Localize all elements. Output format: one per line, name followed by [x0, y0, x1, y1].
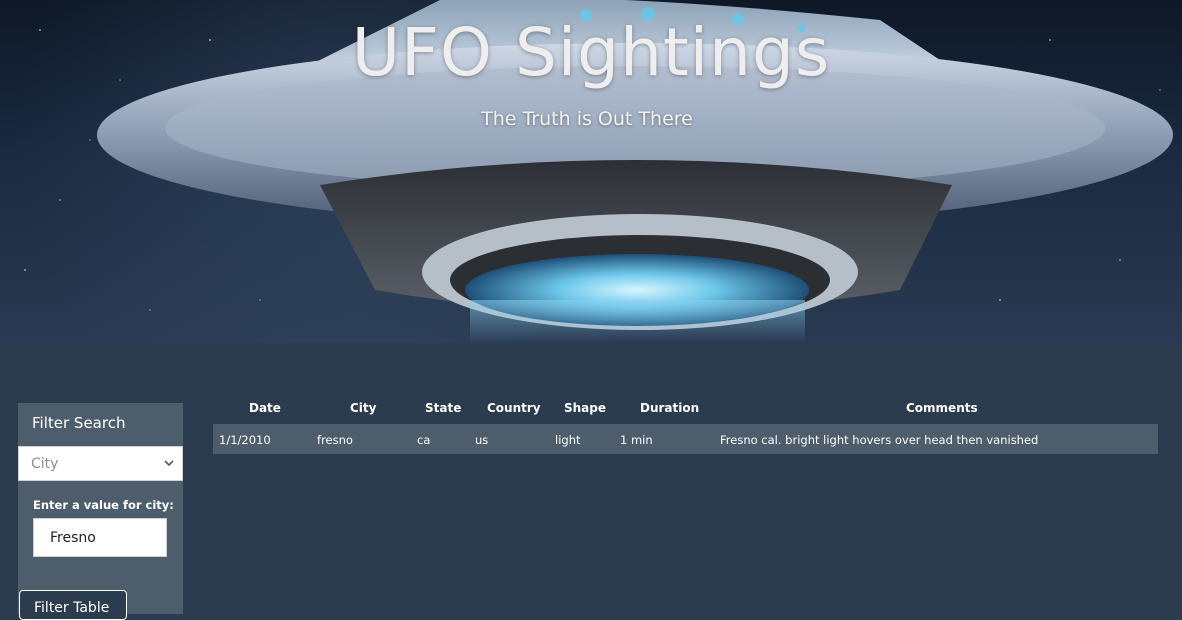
column-header-date[interactable]: Date	[249, 401, 281, 415]
filter-field-value: City	[31, 455, 59, 472]
filter-value-input[interactable]: Fresno	[33, 518, 167, 557]
cell-shape: light	[555, 433, 581, 447]
cell-country: us	[475, 433, 489, 447]
filter-value-text: Fresno	[50, 529, 96, 546]
sightings-table: Date City State Country Shape Duration C…	[213, 395, 1158, 454]
page-title: UFO Sightings	[351, 14, 831, 91]
filter-input-label: Enter a value for city:	[33, 498, 174, 512]
cell-duration: 1 min	[620, 433, 653, 447]
column-header-comments[interactable]: Comments	[906, 401, 978, 415]
cell-city: fresno	[317, 433, 353, 447]
page-subtitle: The Truth is Out There	[481, 108, 693, 130]
cell-comments: Fresno cal. bright light hovers over hea…	[720, 433, 1039, 447]
chevron-down-icon	[164, 460, 174, 467]
column-header-state[interactable]: State	[425, 401, 461, 415]
filter-heading: Filter Search	[32, 414, 126, 432]
filter-field-select[interactable]: City	[18, 446, 183, 481]
cell-date: 1/1/2010	[219, 433, 271, 447]
table-header-row: Date City State Country Shape Duration C…	[213, 395, 1158, 421]
column-header-country[interactable]: Country	[487, 401, 541, 415]
column-header-duration[interactable]: Duration	[640, 401, 699, 415]
filter-panel: Filter Search City Enter a value for cit…	[18, 403, 183, 620]
column-header-shape[interactable]: Shape	[564, 401, 606, 415]
column-header-city[interactable]: City	[350, 401, 376, 415]
hero-banner: UFO Sightings The Truth is Out There	[0, 0, 1182, 343]
cell-state: ca	[417, 433, 431, 447]
filter-table-button[interactable]: Filter Table	[19, 590, 127, 620]
table-row: 1/1/2010 fresno ca us light 1 min Fresno…	[213, 424, 1158, 454]
